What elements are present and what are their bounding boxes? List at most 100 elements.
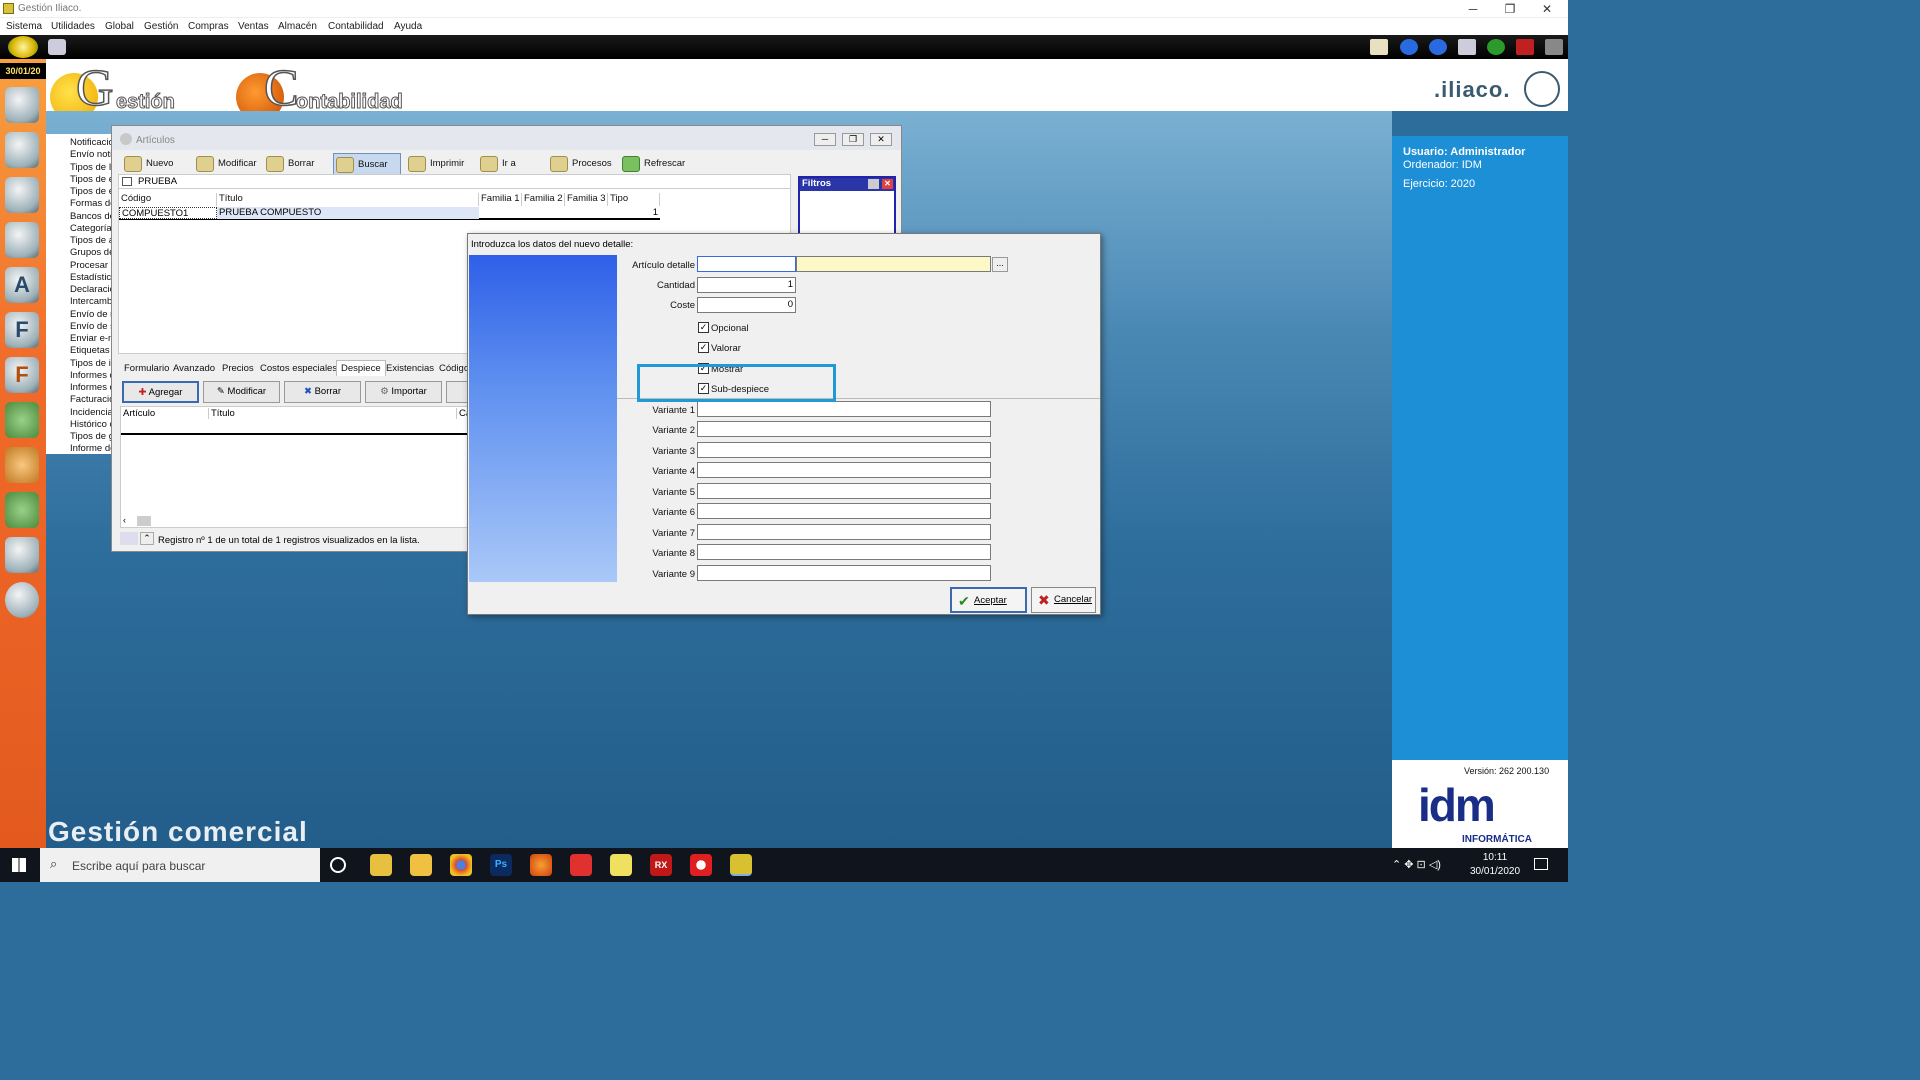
procesos-button[interactable]: Procesos: [548, 153, 612, 175]
modificar-button[interactable]: Modificar: [194, 153, 257, 175]
clock-date[interactable]: 30/01/2020: [1470, 866, 1520, 877]
notification-list-item[interactable]: Tipos de e: [70, 174, 112, 185]
taskbar-search[interactable]: ⌕ Escribe aquí para buscar: [40, 848, 320, 882]
menu-ventas[interactable]: Ventas: [238, 21, 269, 32]
file-explorer-icon[interactable]: [410, 854, 432, 876]
nuevo-button[interactable]: Nuevo: [122, 153, 173, 175]
letter-a-icon[interactable]: A: [5, 267, 39, 303]
menu-sistema[interactable]: Sistema: [6, 21, 42, 32]
tab-precios[interactable]: Precios: [222, 363, 254, 374]
app-icon-1[interactable]: [370, 854, 392, 876]
menu-ayuda[interactable]: Ayuda: [394, 21, 422, 32]
menu-compras[interactable]: Compras: [188, 21, 229, 32]
filtros-close-icon[interactable]: ✕: [882, 179, 893, 189]
app-icon-3[interactable]: [690, 854, 712, 876]
refrescar-button[interactable]: Refrescar: [620, 153, 685, 175]
notification-list-item[interactable]: Tipos de a: [70, 235, 112, 246]
notification-list-item[interactable]: Informe de: [70, 443, 112, 454]
user-icon[interactable]: [5, 132, 39, 168]
table-row[interactable]: COMPUESTO1 PRUEBA COMPUESTO 1: [119, 207, 660, 220]
col-titulo[interactable]: Título: [217, 193, 479, 206]
tray-icons[interactable]: ⌃ ✥ ⊡ ◁): [1392, 858, 1441, 871]
notification-list-item[interactable]: Estadístic: [70, 272, 112, 283]
menu-almacen[interactable]: Almacén: [278, 21, 317, 32]
notification-list-item[interactable]: Incidencia: [70, 407, 112, 418]
gestion-iliaco-taskbar-icon[interactable]: [730, 854, 752, 876]
bag-orange-icon[interactable]: [5, 447, 39, 483]
windows-start-icon[interactable]: [12, 858, 26, 872]
bag-green-icon[interactable]: [5, 402, 39, 438]
notification-center-icon[interactable]: [1534, 858, 1548, 870]
letter-f-icon[interactable]: F: [5, 312, 39, 348]
browse-articulo-button[interactable]: ...: [992, 257, 1008, 272]
sub-borrar-button[interactable]: ✖ Borrar: [284, 381, 361, 403]
notification-list-item[interactable]: Tipos de e: [70, 186, 112, 197]
cantidad-input[interactable]: 1: [697, 277, 796, 293]
aceptar-button[interactable]: ✔ Aceptar: [950, 587, 1027, 613]
photoshop-icon[interactable]: Ps: [490, 854, 512, 876]
chrome-icon[interactable]: [450, 854, 472, 876]
disc-icon[interactable]: [5, 582, 39, 618]
notification-list-item[interactable]: Bancos de: [70, 211, 112, 222]
notification-list-item[interactable]: Envío de r: [70, 309, 112, 320]
notification-list-item[interactable]: Declaracio: [70, 284, 112, 295]
notification-list-item[interactable]: Grupos de: [70, 247, 112, 258]
user-a-icon[interactable]: [5, 222, 39, 258]
notification-list-item[interactable]: Envío noti: [70, 149, 112, 160]
buscar-button[interactable]: Buscar: [333, 153, 401, 175]
menu-gestion[interactable]: Gestión: [144, 21, 178, 32]
menu-utilidades[interactable]: Utilidades: [51, 21, 95, 32]
articulos-minimize-button[interactable]: ─: [814, 133, 836, 146]
bag-green-2-icon[interactable]: [5, 492, 39, 528]
cancelar-button[interactable]: ✖ Cancelar: [1031, 587, 1096, 613]
window-list-icon[interactable]: [1458, 39, 1476, 55]
tab-despiece[interactable]: Despiece: [336, 360, 386, 376]
notification-list-item[interactable]: Envío de s: [70, 321, 112, 332]
variante-6-input[interactable]: [697, 503, 991, 519]
horizontal-scrollbar[interactable]: [137, 516, 151, 526]
variante-8-input[interactable]: [697, 544, 991, 560]
valorar-checkbox[interactable]: ✓: [698, 342, 709, 353]
imprimir-button[interactable]: Imprimir: [406, 153, 464, 175]
menu-contabilidad[interactable]: Contabilidad: [328, 21, 384, 32]
tab-avanzado[interactable]: Avanzado: [173, 363, 215, 374]
exit-icon[interactable]: [1545, 39, 1563, 55]
firefox-icon[interactable]: [530, 854, 552, 876]
notification-list-item[interactable]: Intercambi: [70, 296, 112, 307]
notification-list-item[interactable]: Tipos de in: [70, 358, 112, 369]
sun-logo-icon[interactable]: [8, 36, 38, 58]
borrar-button[interactable]: Borrar: [264, 153, 314, 175]
notification-list-item[interactable]: Enviar e-m: [70, 333, 112, 344]
col-familia3[interactable]: Familia 3: [565, 193, 608, 206]
notification-list-item[interactable]: Tipos de I: [70, 162, 112, 173]
letter-f-orange-icon[interactable]: F: [5, 357, 39, 393]
notification-list-item[interactable]: Tipos de g: [70, 431, 112, 442]
users-group-icon[interactable]: [5, 87, 39, 123]
tab-existencias[interactable]: Existencias: [386, 363, 434, 374]
task-view-icon[interactable]: [330, 857, 346, 873]
articulos-close-button[interactable]: ✕: [870, 133, 892, 146]
notification-list-item[interactable]: Notificacio: [70, 137, 112, 148]
tools-icon[interactable]: [48, 39, 66, 55]
close-window-icon[interactable]: [1516, 39, 1534, 55]
sub-col-titulo[interactable]: Título: [211, 408, 457, 419]
notification-list-item[interactable]: Categoría: [70, 223, 112, 234]
importar-button[interactable]: ⚙ Importar: [365, 381, 442, 403]
clock-time[interactable]: 10:11: [1470, 852, 1520, 863]
agregar-button[interactable]: ✚ Agregar: [122, 381, 199, 403]
scroll-left-icon[interactable]: ‹: [123, 515, 133, 525]
notification-list-item[interactable]: Informes d: [70, 382, 112, 393]
forward-arrow-icon[interactable]: [1429, 39, 1447, 55]
variante-4-input[interactable]: [697, 462, 991, 478]
anydesk-icon[interactable]: [570, 854, 592, 876]
mail-icon[interactable]: [1370, 39, 1388, 55]
filtros-pin-icon[interactable]: [868, 179, 879, 189]
user-p-icon[interactable]: [5, 177, 39, 213]
tab-costos-especiales[interactable]: Costos especiales: [260, 363, 337, 374]
variante-5-input[interactable]: [697, 483, 991, 499]
col-codigo[interactable]: Código: [119, 193, 217, 206]
variante-7-input[interactable]: [697, 524, 991, 540]
status-folder-icon[interactable]: [120, 532, 138, 545]
variante-1-input[interactable]: [697, 401, 991, 417]
status-up-icon[interactable]: ⌃: [140, 532, 154, 545]
